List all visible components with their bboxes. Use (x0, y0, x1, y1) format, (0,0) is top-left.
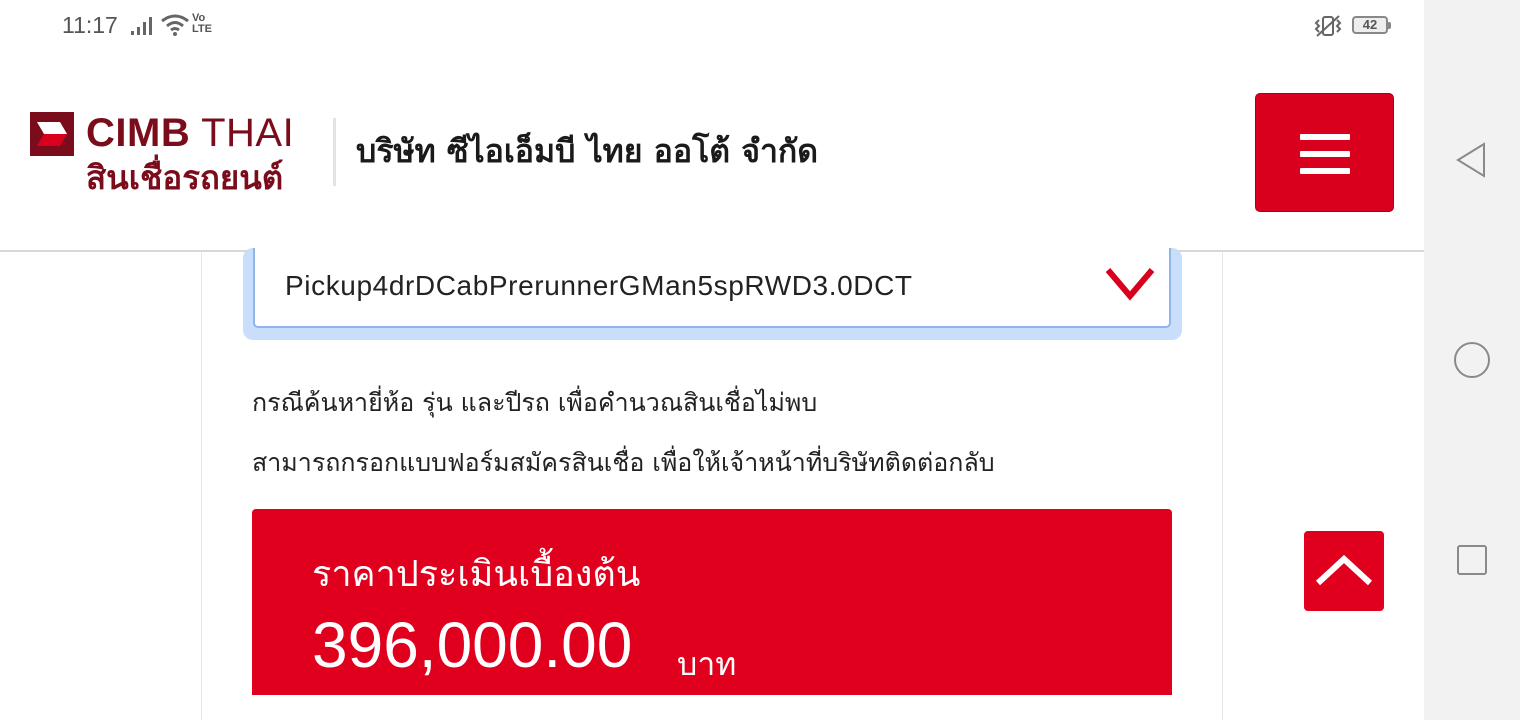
logo-brand-thai: THAI (201, 111, 295, 155)
apply-form-note: สามารถกรอกแบบฟอร์มสมัครสินเชื่อ เพื่อให้… (252, 448, 995, 477)
recent-apps-icon[interactable] (1452, 540, 1492, 580)
scroll-to-top-button[interactable] (1304, 531, 1384, 611)
company-name: บริษัท ซีไอเอ็มบี ไทย ออโต้ จำกัด (356, 132, 819, 170)
price-estimate-title: ราคาประเมินเบื้องต้น (312, 554, 641, 595)
logo-brand-cimb: CIMB (86, 111, 191, 155)
price-unit: บาท (677, 645, 737, 683)
status-time: 11:17 (62, 12, 118, 38)
model-select[interactable]: Pickup4drDCabPrerunnerGMan5spRWD3.0DCT (253, 248, 1171, 328)
hamburger-icon (1300, 168, 1350, 174)
back-icon[interactable] (1452, 140, 1492, 180)
chevron-down-icon (1105, 266, 1155, 306)
status-bar: 11:17 Vo LTE 42 (0, 0, 1424, 55)
menu-button[interactable] (1255, 93, 1394, 212)
model-select-value: Pickup4drDCabPrerunnerGMan5spRWD3.0DCT (285, 270, 913, 301)
wifi-icon (160, 14, 190, 40)
battery-indicator: 42 (1352, 16, 1391, 34)
android-nav-bar (1424, 0, 1520, 720)
hamburger-icon (1300, 134, 1350, 140)
logo-brand[interactable]: CIMB THAI (86, 110, 294, 156)
home-icon[interactable] (1452, 340, 1492, 380)
volte-icon: Vo LTE (192, 12, 212, 35)
chevron-up-icon (1315, 554, 1373, 586)
header-divider (333, 118, 336, 186)
site-header: CIMB THAI สินเชื่อรถยนต์ บริษัท ซีไอเอ็ม… (0, 55, 1424, 252)
price-estimate-value: 396,000.00 (312, 609, 633, 681)
signal-icon (131, 17, 153, 39)
logo-subtitle: สินเชื่อรถยนต์ (86, 158, 284, 197)
search-not-found-note: กรณีค้นหายี่ห้อ รุ่น และปีรถ เพื่อคำนวณส… (252, 388, 818, 417)
vibrate-icon (1313, 14, 1343, 42)
hamburger-icon (1300, 151, 1350, 157)
price-estimate-box: ราคาประเมินเบื้องต้น 396,000.00 บาท (252, 509, 1172, 695)
cimb-logo-icon[interactable] (30, 112, 74, 156)
